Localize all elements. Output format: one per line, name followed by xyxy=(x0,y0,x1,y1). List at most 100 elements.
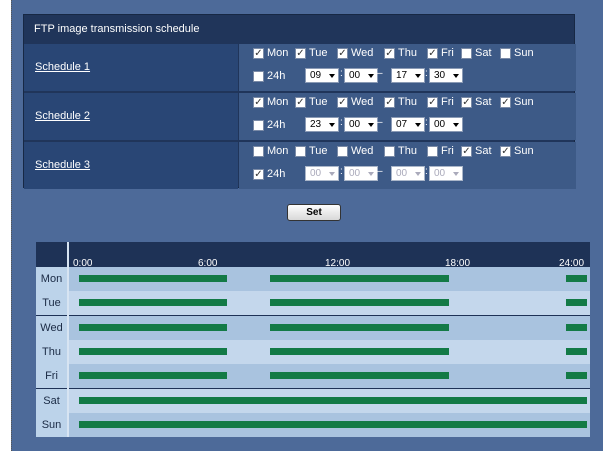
timeline-active-bar xyxy=(79,420,587,428)
checkbox-box[interactable] xyxy=(337,145,348,157)
checkbox-box[interactable]: ✓ xyxy=(295,47,306,59)
checkbox-box[interactable] xyxy=(253,70,264,82)
day-checkbox-tue[interactable]: Tue xyxy=(295,145,328,157)
timeline-day-track xyxy=(69,364,590,389)
day-checkbox-wed[interactable]: ✓ Wed xyxy=(337,47,373,59)
day-checkbox-wed[interactable]: ✓ Wed xyxy=(337,96,373,108)
checkbox-box[interactable] xyxy=(500,47,511,59)
day-checkbox-fri[interactable]: Fri xyxy=(427,145,454,157)
day-checkbox-tue[interactable]: ✓ Tue xyxy=(295,96,328,108)
all-day-checkbox[interactable]: 24h xyxy=(253,119,285,131)
day-label: Tue xyxy=(309,145,328,157)
checkbox-box[interactable]: ✓ xyxy=(295,96,306,108)
timeline-active-bar xyxy=(565,347,587,355)
day-checkbox-sun[interactable]: ✓ Sun xyxy=(500,96,534,108)
start-hour-select[interactable]: 09 xyxy=(305,68,339,83)
timeline-day-label: Mon xyxy=(36,267,67,291)
checkbox-box[interactable]: ✓ xyxy=(427,47,438,59)
day-checkbox-tue[interactable]: ✓ Tue xyxy=(295,47,328,59)
start-hour-select[interactable]: 00 xyxy=(305,166,339,181)
day-checkbox-wed[interactable]: Wed xyxy=(337,145,373,157)
day-label: Wed xyxy=(351,47,374,59)
end-hour-select[interactable]: 07 xyxy=(391,117,425,132)
checkbox-box[interactable]: ✓ xyxy=(337,96,348,108)
day-checkbox-thu[interactable]: Thu xyxy=(384,145,417,157)
chevron-down-icon xyxy=(453,74,459,78)
day-checkbox-mon[interactable]: Mon xyxy=(253,145,288,157)
checkbox-box[interactable]: ✓ xyxy=(253,96,264,108)
end-hour-select[interactable]: 00 xyxy=(391,166,425,181)
day-label: Thu xyxy=(398,96,417,108)
checkbox-box[interactable]: ✓ xyxy=(461,96,472,108)
all-day-label: 24h xyxy=(267,168,286,180)
end-hour-select[interactable]: 17 xyxy=(391,68,425,83)
end-minute-select[interactable]: 00 xyxy=(429,166,463,181)
day-checkbox-fri[interactable]: ✓ Fri xyxy=(427,47,454,59)
all-day-label: 24h xyxy=(267,119,286,131)
checkbox-box[interactable] xyxy=(427,145,438,157)
day-checkbox-thu[interactable]: ✓ Thu xyxy=(384,47,417,59)
day-label: Sat xyxy=(475,96,492,108)
day-checkbox-mon[interactable]: ✓ Mon xyxy=(253,96,288,108)
timeline-active-bar xyxy=(269,275,450,282)
checkbox-box[interactable]: ✓ xyxy=(337,47,348,59)
timeline-day-track xyxy=(69,315,590,340)
start-hour-select[interactable]: 23 xyxy=(305,117,339,132)
schedule-row-controls: ✓ Mon ✓ Tue ✓ Wed ✓ Thu ✓ Fri ✓ Sat ✓ Sun 24h 23 00 07 00:… xyxy=(239,93,576,140)
checkbox-box[interactable]: ✓ xyxy=(253,47,264,59)
all-day-checkbox[interactable]: 24h xyxy=(253,70,285,82)
checkbox-box[interactable]: ✓ xyxy=(384,96,395,108)
checkbox-box[interactable] xyxy=(461,47,472,59)
day-checkbox-sat[interactable]: ✓ Sat xyxy=(461,145,492,157)
schedule-2-link[interactable]: Schedule 2 xyxy=(35,110,90,122)
checkbox-box[interactable]: ✓ xyxy=(461,145,472,157)
set-button[interactable]: Set xyxy=(287,204,341,221)
end-minute-select[interactable]: 30 xyxy=(429,68,463,83)
day-checkbox-sat[interactable]: Sat xyxy=(461,47,492,59)
all-day-checkbox[interactable]: ✓ 24h xyxy=(253,168,285,180)
day-label: Thu xyxy=(398,145,417,157)
checkbox-box[interactable] xyxy=(384,145,395,157)
start-minute-select[interactable]: 00 xyxy=(344,117,378,132)
timeline-axis-line xyxy=(67,242,69,437)
timeline-active-bar xyxy=(565,323,587,331)
end-minute-select[interactable]: 00 xyxy=(429,117,463,132)
checkbox-box[interactable]: ✓ xyxy=(500,96,511,108)
time-colon: : xyxy=(340,166,343,177)
checkbox-box[interactable]: ✓ xyxy=(500,145,511,157)
day-checkbox-sun[interactable]: ✓ Sun xyxy=(500,145,534,157)
start-minute-select[interactable]: 00 xyxy=(344,68,378,83)
day-checkbox-sun[interactable]: Sun xyxy=(500,47,534,59)
timeline-active-bar xyxy=(565,275,587,282)
checkbox-box[interactable] xyxy=(253,119,264,131)
timeline-active-bar xyxy=(269,372,450,380)
time-range-dash: – xyxy=(377,166,383,177)
schedule-3-link[interactable]: Schedule 3 xyxy=(35,159,90,171)
checkbox-box[interactable]: ✓ xyxy=(253,168,264,180)
day-label: Sat xyxy=(475,145,492,157)
select-value: 17 xyxy=(396,70,408,81)
timeline-header: 0:00 6:00 12:00 18:00 24:00 xyxy=(36,242,590,269)
time-colon: : xyxy=(425,166,428,177)
day-checkbox-thu[interactable]: ✓ Thu xyxy=(384,96,417,108)
timeline-day-label: Tue xyxy=(36,291,67,316)
day-checkbox-fri[interactable]: ✓ Fri xyxy=(427,96,454,108)
schedule-row-controls: Mon Tue Wed Thu Fri ✓ Sat ✓ Sun ✓ 24h 00 00 00 00:: – xyxy=(239,142,576,189)
checkbox-box[interactable] xyxy=(253,145,264,157)
day-checkbox-mon[interactable]: ✓ Mon xyxy=(253,47,288,59)
checkbox-box[interactable]: ✓ xyxy=(384,47,395,59)
timeline-day-label: Wed xyxy=(36,315,67,340)
select-value: 23 xyxy=(310,119,322,130)
timeline-day-label: Sun xyxy=(36,412,67,437)
timeline-active-bar xyxy=(269,299,450,307)
start-minute-select[interactable]: 00 xyxy=(344,166,378,181)
chevron-down-icon xyxy=(415,123,421,127)
checkbox-box[interactable] xyxy=(295,145,306,157)
day-label: Sun xyxy=(514,47,534,59)
day-checkbox-sat[interactable]: ✓ Sat xyxy=(461,96,492,108)
schedule-1-link[interactable]: Schedule 1 xyxy=(35,61,90,73)
schedule-row-label: Schedule 1 xyxy=(24,44,238,91)
time-colon: : xyxy=(425,68,428,79)
checkbox-box[interactable]: ✓ xyxy=(427,96,438,108)
select-value: 07 xyxy=(396,119,408,130)
